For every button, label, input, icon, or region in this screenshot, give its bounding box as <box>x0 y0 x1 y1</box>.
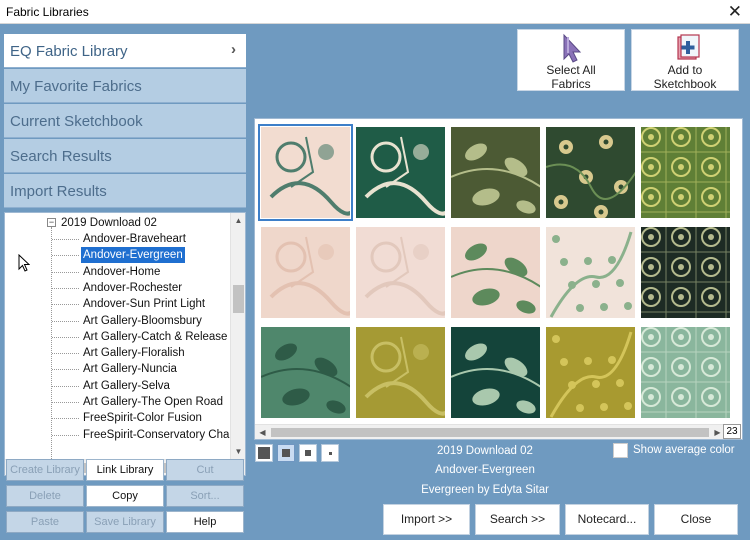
fabric-swatch[interactable] <box>356 227 445 318</box>
tree-connector <box>52 320 79 322</box>
tree-connector <box>52 369 79 371</box>
tree-connector <box>51 227 52 467</box>
title-bar: Fabric Libraries ✕ <box>0 0 750 24</box>
category-eq-fabric-library[interactable]: EQ Fabric Library › <box>4 34 246 68</box>
tree-connector <box>52 239 79 240</box>
size-tiny-button[interactable] <box>321 444 339 462</box>
category-import-results[interactable]: Import Results <box>4 174 246 208</box>
grid-horizontal-scrollbar[interactable]: ◀ ▶ <box>255 424 725 439</box>
fabric-swatch[interactable] <box>451 227 540 318</box>
close-button[interactable]: Close <box>654 504 738 535</box>
fabric-grid: ◀ ▶ 23 <box>254 118 743 440</box>
fabric-swatch[interactable] <box>641 327 730 418</box>
sort-button[interactable]: Sort... <box>166 485 244 507</box>
collapse-icon[interactable]: − <box>47 218 56 227</box>
category-label: Search Results <box>10 148 112 165</box>
tree-vertical-scrollbar[interactable]: ▲ ▼ <box>230 213 245 459</box>
tree-connector <box>52 255 79 257</box>
chevron-right-icon: › <box>231 41 236 58</box>
fabric-swatch[interactable] <box>261 227 350 318</box>
paste-button[interactable]: Paste <box>6 511 84 533</box>
fabric-swatch[interactable] <box>451 127 540 218</box>
scroll-thumb[interactable] <box>271 428 709 437</box>
tree-item[interactable]: Andover-Sun Print Light <box>81 296 207 312</box>
fabric-swatch[interactable] <box>258 124 353 221</box>
tree-connector <box>52 271 79 273</box>
add-to-sketchbook-button[interactable]: Add to Sketchbook <box>631 29 739 91</box>
mouse-cursor-icon <box>18 254 30 272</box>
tree-item[interactable]: Andover-Braveheart <box>81 231 188 247</box>
fabric-swatch[interactable] <box>546 227 635 318</box>
close-icon[interactable]: ✕ <box>728 2 742 22</box>
fabric-swatch[interactable] <box>356 327 445 418</box>
link-library-button[interactable]: Link Library <box>86 459 164 481</box>
scroll-down-icon[interactable]: ▼ <box>231 444 245 459</box>
tree-item[interactable]: Andover-Rochester <box>81 280 184 296</box>
select-all-fabrics-button[interactable]: Select All Fabrics <box>517 29 625 91</box>
delete-button[interactable]: Delete <box>6 485 84 507</box>
size-large-button[interactable] <box>255 444 273 462</box>
scroll-thumb[interactable] <box>233 285 244 313</box>
fabric-swatch[interactable] <box>641 227 730 318</box>
select-all-label: Select All Fabrics <box>546 63 596 91</box>
tree-item[interactable]: Art Gallery-Nuncia <box>81 361 179 377</box>
category-current-sketchbook[interactable]: Current Sketchbook <box>4 104 246 138</box>
category-label: Current Sketchbook <box>10 113 143 130</box>
scroll-left-icon[interactable]: ◀ <box>255 425 270 440</box>
category-label: Import Results <box>10 183 107 200</box>
show-average-color-checkbox[interactable] <box>613 443 628 458</box>
library-tree[interactable]: − 2019 Download 02 Andover-Braveheart And… <box>4 212 246 476</box>
tree-item[interactable]: Art Gallery-The Open Road <box>81 394 225 410</box>
tree-connector <box>52 418 79 420</box>
category-search-results[interactable]: Search Results <box>4 139 246 173</box>
cut-button[interactable]: Cut <box>166 459 244 481</box>
tree-connector <box>52 402 79 403</box>
dialog-body: EQ Fabric Library › My Favorite Fabrics … <box>0 24 750 540</box>
size-small-button[interactable] <box>299 444 317 462</box>
fabric-swatch[interactable] <box>261 327 350 418</box>
tree-item[interactable]: Art Gallery-Bloomsbury <box>81 313 204 329</box>
tree-connector <box>52 287 79 289</box>
show-average-color-label: Show average color <box>633 444 735 456</box>
tree-item[interactable]: FreeSpirit-Conservatory Chan <box>81 427 238 443</box>
fabric-swatch[interactable] <box>546 127 635 218</box>
fabric-swatch[interactable] <box>546 327 635 418</box>
help-button[interactable]: Help <box>166 511 244 533</box>
tree-connector <box>52 434 79 436</box>
search-button[interactable]: Search >> <box>475 504 560 535</box>
tree-item[interactable]: Andover-Evergreen <box>80 246 186 265</box>
add-to-sketchbook-label: Add to Sketchbook <box>653 63 717 91</box>
tree-parent-node[interactable]: 2019 Download 02 <box>61 215 157 231</box>
add-to-sketchbook-icon <box>677 34 700 60</box>
fabric-swatch[interactable] <box>356 127 445 218</box>
designer-name: Evergreen by Edyta Sitar <box>421 484 549 496</box>
tree-item[interactable]: Andover-Home <box>81 264 162 280</box>
tree-connector <box>52 353 79 355</box>
tree-item[interactable]: Art Gallery-Catch & Release <box>81 329 229 345</box>
tree-connector <box>52 304 79 306</box>
window-title: Fabric Libraries <box>6 5 89 19</box>
fabric-swatch[interactable] <box>451 327 540 418</box>
import-button[interactable]: Import >> <box>383 504 470 535</box>
size-medium-button[interactable] <box>277 444 295 462</box>
collection-name: 2019 Download 02 <box>437 445 533 457</box>
page-number: 23 <box>723 424 741 439</box>
tree-item[interactable]: FreeSpirit-Color Fusion <box>81 410 204 426</box>
tree-connector <box>52 385 79 387</box>
category-label: EQ Fabric Library <box>10 43 128 60</box>
tree-item[interactable]: Art Gallery-Floralish <box>81 345 187 361</box>
select-arrow-icon <box>563 33 582 63</box>
scroll-up-icon[interactable]: ▲ <box>231 213 245 228</box>
category-my-favorite-fabrics[interactable]: My Favorite Fabrics <box>4 69 246 103</box>
notecard-button[interactable]: Notecard... <box>565 504 649 535</box>
tree-item[interactable]: Art Gallery-Selva <box>81 378 172 394</box>
fabric-name: Andover-Evergreen <box>435 464 535 476</box>
save-library-button[interactable]: Save Library <box>86 511 164 533</box>
tree-connector <box>52 336 79 338</box>
copy-button[interactable]: Copy <box>86 485 164 507</box>
fabric-swatch[interactable] <box>641 127 730 218</box>
category-label: My Favorite Fabrics <box>10 78 142 95</box>
create-library-button[interactable]: Create Library <box>6 459 84 481</box>
